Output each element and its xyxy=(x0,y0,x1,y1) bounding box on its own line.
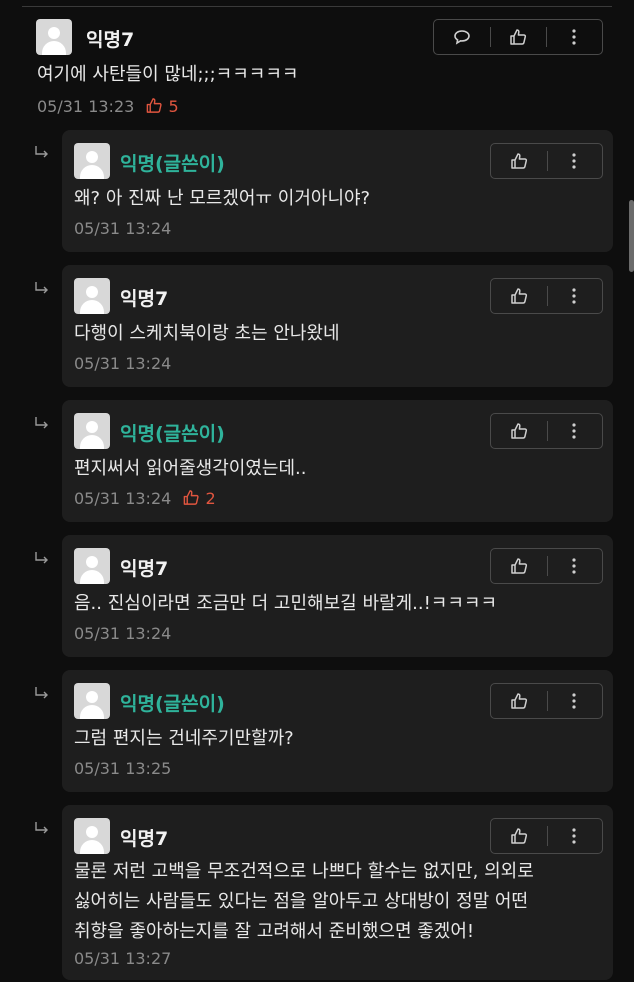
comment-text-line: 취향을 좋아하는지를 잘 고려해서 준비했으면 좋겠어! xyxy=(74,921,475,942)
reply-card: 익명7 물론 저런 고백을 무조건적으로 나쁘다 할수는 없지만, 의외로 싫어… xyxy=(62,805,613,980)
avatar xyxy=(74,143,110,179)
comment-author: 익명7 xyxy=(120,828,169,850)
like-button[interactable] xyxy=(491,279,547,313)
comment-actions xyxy=(433,19,603,55)
thumbs-up-icon xyxy=(511,828,527,844)
like-button[interactable] xyxy=(490,20,546,54)
comment-text: 그럼 편지는 건네주기만할까? xyxy=(74,728,294,749)
avatar xyxy=(74,413,110,449)
like-count-value: 5 xyxy=(168,97,179,116)
scrollbar[interactable] xyxy=(629,200,634,272)
like-count-value: 2 xyxy=(205,489,216,508)
comment-actions xyxy=(490,143,603,179)
vertical-dots-icon xyxy=(572,828,576,844)
comment-text: 왜? 아 진짜 난 모르겠어ㅠ 이거아니야? xyxy=(74,188,371,209)
comment-text: 음.. 진심이라면 조금만 더 고민해보길 바랄게..!ㅋㅋㅋㅋ xyxy=(74,593,498,614)
top-divider xyxy=(22,6,612,7)
reply-arrow-icon xyxy=(35,417,48,429)
reply-button[interactable] xyxy=(434,20,490,54)
reply-card: 익명(글쓴이) 왜? 아 진짜 난 모르겠어ㅠ 이거아니야? 05/31 13:… xyxy=(62,130,613,252)
comment-actions xyxy=(490,278,603,314)
comment-actions xyxy=(490,818,603,854)
more-button[interactable] xyxy=(546,279,603,313)
reply-card: 익명7 음.. 진심이라면 조금만 더 고민해보길 바랄게..!ㅋㅋㅋㅋ 05/… xyxy=(62,535,613,657)
comment-author: 익명(글쓴이) xyxy=(120,153,225,175)
like-count: 2 xyxy=(182,489,216,508)
avatar xyxy=(36,19,72,55)
comment-actions xyxy=(490,548,603,584)
thumbs-up-icon xyxy=(184,490,200,505)
reply-arrow-icon xyxy=(35,822,48,834)
comment-text-line: 싫어히는 사람들도 있다는 점을 알아두고 상대방이 정말 어떤 xyxy=(74,891,529,912)
more-button[interactable] xyxy=(546,20,602,54)
reply-arrow-icon xyxy=(35,687,48,699)
like-button[interactable] xyxy=(491,144,547,178)
comment-text: 편지써서 읽어줄생각이였는데.. xyxy=(74,458,307,479)
thumbs-up-icon xyxy=(511,153,527,169)
comment-thread: 익명7 여기에 사탄들이 많네;;;ㅋㅋㅋㅋㅋ 05/31 13:23 5 익명… xyxy=(0,0,634,982)
like-button[interactable] xyxy=(491,684,547,718)
comment-time: 05/31 13:24 xyxy=(74,354,172,373)
avatar xyxy=(74,683,110,719)
comment-meta: 05/31 13:23 5 xyxy=(37,97,179,116)
vertical-dots-icon xyxy=(572,558,576,574)
comment-time: 05/31 13:27 xyxy=(74,949,172,968)
comment-author: 익명(글쓴이) xyxy=(120,693,225,715)
thumbs-up-icon xyxy=(147,98,163,113)
more-button[interactable] xyxy=(546,819,603,853)
thumbs-up-icon xyxy=(510,29,527,45)
thumbs-up-icon xyxy=(511,693,527,709)
reply-card: 익명(글쓴이) 편지써서 읽어줄생각이였는데.. 05/31 13:24 2 xyxy=(62,400,613,522)
reply-card: 익명(글쓴이) 그럼 편지는 건네주기만할까? 05/31 13:25 xyxy=(62,670,613,792)
speech-bubble-icon xyxy=(454,30,470,45)
like-count: 5 xyxy=(145,97,179,116)
comment-time: 05/31 13:24 xyxy=(74,219,172,238)
avatar xyxy=(74,818,110,854)
thumbs-up-icon xyxy=(511,558,527,574)
comment-author: 익명(글쓴이) xyxy=(120,423,225,445)
more-button[interactable] xyxy=(546,549,603,583)
like-button[interactable] xyxy=(491,819,547,853)
comment-time: 05/31 13:25 xyxy=(74,759,172,778)
vertical-dots-icon xyxy=(572,153,576,169)
vertical-dots-icon xyxy=(572,29,576,45)
reply-arrow-icon xyxy=(35,282,48,294)
thumbs-up-icon xyxy=(511,288,527,304)
avatar xyxy=(74,548,110,584)
more-button[interactable] xyxy=(546,684,603,718)
reply-arrow-icon xyxy=(35,146,48,158)
vertical-dots-icon xyxy=(572,693,576,709)
comment-text-line: 물론 저런 고백을 무조건적으로 나쁘다 할수는 없지만, 의외로 xyxy=(74,861,534,882)
like-button[interactable] xyxy=(491,549,547,583)
comment-actions xyxy=(490,683,603,719)
comment-time: 05/31 13:24 xyxy=(74,624,172,643)
comment-time: 05/31 13:24 xyxy=(74,489,172,508)
comment-meta: 05/31 13:24 2 xyxy=(74,489,216,508)
comment-actions xyxy=(490,413,603,449)
reply-card: 익명7 다행이 스케치북이랑 초는 안나왔네 05/31 13:24 xyxy=(62,265,613,387)
like-button[interactable] xyxy=(491,414,547,448)
comment-text: 여기에 사탄들이 많네;;;ㅋㅋㅋㅋㅋ xyxy=(37,64,299,85)
comment-author: 익명7 xyxy=(120,558,169,580)
thumbs-up-icon xyxy=(511,423,527,439)
vertical-dots-icon xyxy=(572,423,576,439)
comment-time: 05/31 13:23 xyxy=(37,97,135,116)
more-button[interactable] xyxy=(546,414,603,448)
vertical-dots-icon xyxy=(572,288,576,304)
comment-author: 익명7 xyxy=(86,29,135,51)
more-button[interactable] xyxy=(546,144,603,178)
avatar xyxy=(74,278,110,314)
comment-text: 다행이 스케치북이랑 초는 안나왔네 xyxy=(74,323,340,344)
reply-arrow-icon xyxy=(35,552,48,564)
comment-author: 익명7 xyxy=(120,288,169,310)
